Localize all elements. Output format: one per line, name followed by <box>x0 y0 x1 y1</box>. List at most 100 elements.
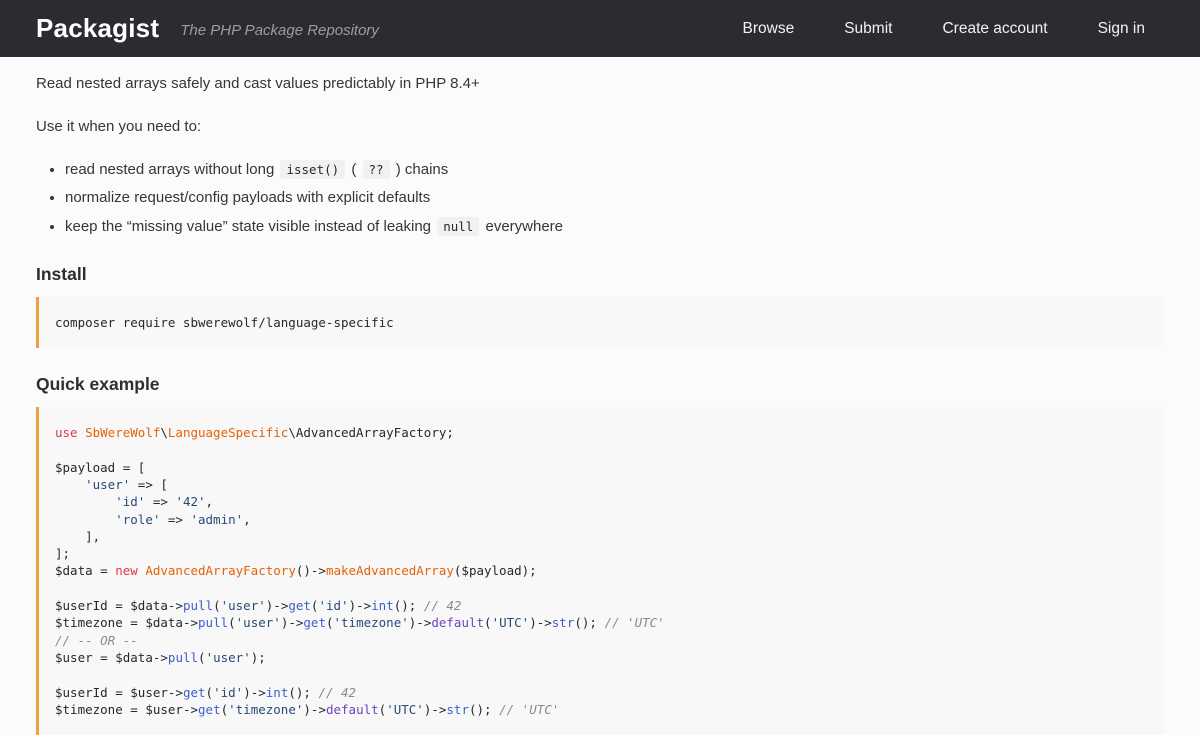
token: = <box>108 598 131 613</box>
token: 'timezone' <box>334 615 409 630</box>
token: get <box>198 702 221 717</box>
token: 'id' <box>318 598 348 613</box>
token: $userId <box>55 685 108 700</box>
code-line: $timezone = $user->get('timezone')->defa… <box>55 701 1148 718</box>
token: normalize request/config payloads with e… <box>65 189 430 206</box>
token <box>55 477 85 492</box>
code-line: $user = $data->pull('user'); <box>55 649 1148 666</box>
token: read nested arrays without long <box>65 161 278 178</box>
code-line: // -- OR -- <box>55 632 1148 649</box>
token: -> <box>183 702 198 717</box>
token: => <box>145 494 175 509</box>
list-item: normalize request/config payloads with e… <box>65 187 1164 209</box>
token: $payload <box>55 460 115 475</box>
token: get <box>303 615 326 630</box>
token: )-> <box>424 702 447 717</box>
token: )-> <box>303 702 326 717</box>
token: 'user' <box>221 598 266 613</box>
token: 'user' <box>236 615 281 630</box>
site-tagline: The PHP Package Repository <box>180 22 379 39</box>
token: 'user' <box>85 477 130 492</box>
token: ]; <box>55 546 70 561</box>
token: ( <box>198 650 206 665</box>
token: use <box>55 425 78 440</box>
main-nav: Browse Submit Create account Sign in <box>743 20 1145 38</box>
inline-code: ?? <box>363 160 390 179</box>
quick-example-heading: Quick example <box>36 374 1164 395</box>
token: keep the “missing value” state visible i… <box>65 218 435 235</box>
token: = <box>108 685 131 700</box>
token: = <box>93 650 116 665</box>
token: = <box>123 702 146 717</box>
token: (); <box>469 702 499 717</box>
token: ()-> <box>296 563 326 578</box>
token: 'id' <box>213 685 243 700</box>
token: ( <box>228 615 236 630</box>
token: '42' <box>175 494 205 509</box>
code-line <box>55 441 1148 458</box>
token: \ <box>160 425 168 440</box>
token: // 'UTC' <box>499 702 559 717</box>
token: 'id' <box>115 494 145 509</box>
packagist-logo[interactable]: Packagist <box>36 13 159 44</box>
code-line: $timezone = $data->pull('user')->get('ti… <box>55 614 1148 631</box>
site-header: Packagist The PHP Package Repository Bro… <box>0 0 1200 57</box>
use-case-list: read nested arrays without long isset() … <box>36 159 1164 238</box>
token: ( <box>213 598 221 613</box>
token: default <box>326 702 379 717</box>
token: , <box>206 494 214 509</box>
install-heading: Install <box>36 264 1164 285</box>
token: ( <box>347 161 360 178</box>
quick-example-code-block: use SbWereWolf\LanguageSpecific\Advanced… <box>36 407 1164 735</box>
token: ); <box>251 650 266 665</box>
code-line: use SbWereWolf\LanguageSpecific\Advanced… <box>55 424 1148 441</box>
token: pull <box>198 615 228 630</box>
code-line: ]; <box>55 545 1148 562</box>
token: $timezone <box>55 702 123 717</box>
token: )-> <box>409 615 432 630</box>
token: makeAdvancedArray <box>326 563 454 578</box>
code-line: 'id' => '42', <box>55 493 1148 510</box>
token: $data <box>55 563 93 578</box>
token: -> <box>168 685 183 700</box>
token: ( <box>206 685 214 700</box>
token: LanguageSpecific <box>168 425 288 440</box>
token: $data <box>145 615 183 630</box>
token: $user <box>55 650 93 665</box>
token: $data <box>115 650 153 665</box>
token: $user <box>130 685 168 700</box>
token: new <box>115 563 138 578</box>
list-item: read nested arrays without long isset() … <box>65 159 1164 181</box>
code-line: $payload = [ <box>55 459 1148 476</box>
nav-sign-in[interactable]: Sign in <box>1098 20 1145 38</box>
token: \AdvancedArrayFactory; <box>288 425 454 440</box>
token: ], <box>55 529 100 544</box>
token: = [ <box>115 460 145 475</box>
token: 'user' <box>206 650 251 665</box>
code-line: $data = new AdvancedArrayFactory()->make… <box>55 562 1148 579</box>
code-line: $userId = $data->pull('user')->get('id')… <box>55 597 1148 614</box>
token: ( <box>484 615 492 630</box>
token: // 'UTC' <box>604 615 664 630</box>
token: int <box>266 685 289 700</box>
token: // -- OR -- <box>55 633 138 648</box>
readme-content: Read nested arrays safely and cast value… <box>0 57 1200 735</box>
token: ) chains <box>392 161 449 178</box>
token: ( <box>326 615 334 630</box>
install-code-block: composer require sbwerewolf/language-spe… <box>36 297 1164 348</box>
code-line: composer require sbwerewolf/language-spe… <box>55 314 1148 331</box>
token: get <box>288 598 311 613</box>
nav-create-account[interactable]: Create account <box>942 20 1047 38</box>
token: (); <box>288 685 318 700</box>
code-line: ], <box>55 528 1148 545</box>
intro-paragraph: Read nested arrays safely and cast value… <box>36 73 1164 95</box>
token: str <box>552 615 575 630</box>
token: => <box>160 512 190 527</box>
nav-submit[interactable]: Submit <box>844 20 892 38</box>
nav-browse[interactable]: Browse <box>743 20 795 38</box>
use-when-paragraph: Use it when you need to: <box>36 116 1164 138</box>
token: int <box>371 598 394 613</box>
code-line <box>55 580 1148 597</box>
token: $user <box>145 702 183 717</box>
token: , <box>243 512 251 527</box>
